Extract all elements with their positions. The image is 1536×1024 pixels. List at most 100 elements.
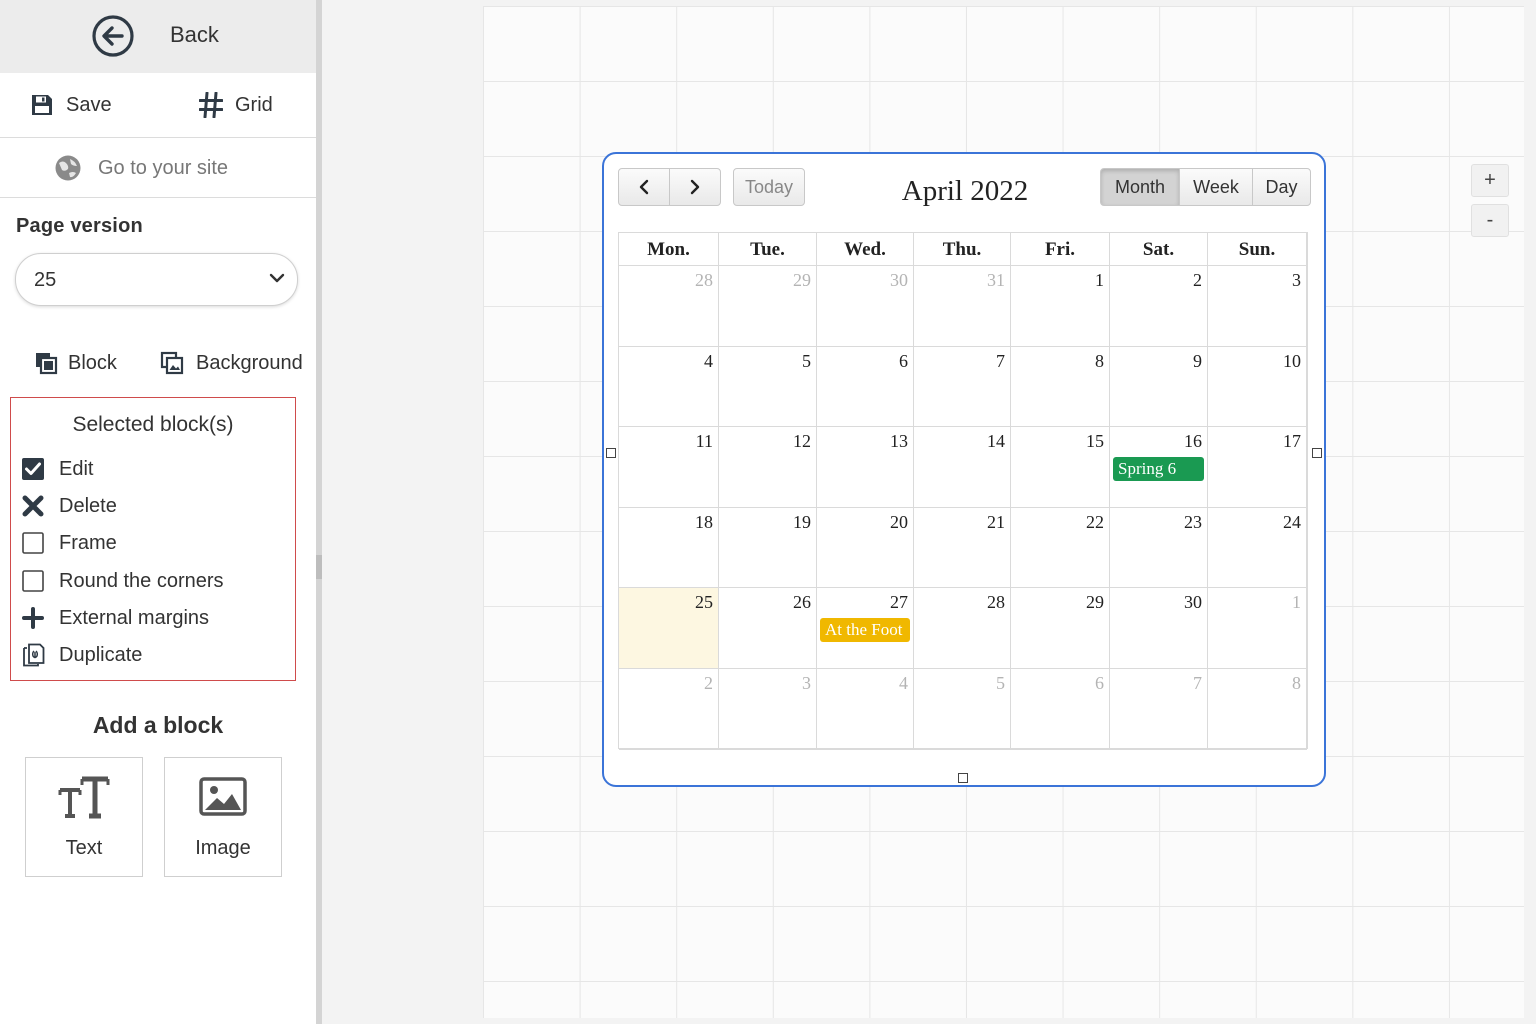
arrow-left-circle-icon bbox=[92, 15, 134, 57]
calendar-day-cell[interactable]: 2 bbox=[1110, 266, 1208, 347]
calendar-day-cell[interactable]: 20 bbox=[817, 507, 914, 589]
day-number: 8 bbox=[1292, 673, 1301, 693]
block-icon bbox=[36, 353, 58, 375]
calendar-day-cell[interactable]: 11 bbox=[619, 427, 719, 508]
calendar-day-cell[interactable]: 14 bbox=[914, 427, 1011, 508]
calendar-day-cell[interactable]: 18 bbox=[619, 507, 719, 589]
day-number: 23 bbox=[1184, 511, 1202, 532]
calendar-day-cell[interactable]: 29 bbox=[1011, 588, 1110, 669]
day-number: 1 bbox=[1095, 270, 1104, 290]
resize-handle-right[interactable] bbox=[1312, 448, 1322, 458]
tab-background[interactable]: Background bbox=[160, 348, 303, 378]
block-tab-label: Block bbox=[68, 351, 117, 374]
zoom-out-button[interactable]: - bbox=[1471, 204, 1509, 237]
day-number: 29 bbox=[1086, 592, 1104, 613]
calendar-day-cell[interactable]: 30 bbox=[817, 266, 914, 347]
calendar-day-cell[interactable]: 15 bbox=[1011, 427, 1110, 508]
plus-icon bbox=[21, 606, 45, 630]
zoom-in-button[interactable]: + bbox=[1471, 164, 1509, 197]
calendar-day-cell[interactable]: 3 bbox=[719, 669, 817, 750]
calendar-day-cell[interactable]: 28 bbox=[914, 588, 1011, 669]
go-to-site-link[interactable]: Go to your site bbox=[54, 153, 228, 183]
round-corners-option-label: Round the corners bbox=[59, 569, 224, 592]
add-block-title: Add a block bbox=[92, 712, 224, 738]
view-day-button[interactable]: Day bbox=[1252, 168, 1311, 206]
add-image-block-button[interactable]: Image bbox=[164, 757, 282, 877]
grid-label: Grid bbox=[235, 93, 273, 116]
calendar-day-cell[interactable]: 3 bbox=[1208, 266, 1307, 347]
day-number: 5 bbox=[802, 350, 811, 371]
view-week-button[interactable]: Week bbox=[1179, 168, 1253, 206]
calendar-day-cell[interactable]: 17 bbox=[1208, 427, 1307, 508]
calendar-day-cell[interactable]: 21 bbox=[914, 507, 1011, 589]
resize-handle-left[interactable] bbox=[606, 448, 616, 458]
calendar-day-cell[interactable]: 30 bbox=[1110, 588, 1208, 669]
calendar-day-cell[interactable]: 22 bbox=[1011, 507, 1110, 589]
calendar-day-cell[interactable]: 2 bbox=[619, 669, 719, 750]
day-number: 12 bbox=[793, 431, 811, 452]
calendar-day-cell[interactable]: 24 bbox=[1208, 507, 1307, 589]
calendar-day-cell[interactable]: 12 bbox=[719, 427, 817, 508]
today-button[interactable]: Today bbox=[733, 168, 805, 206]
calendar-title: April 2022 bbox=[901, 175, 1029, 207]
calendar-day-cell[interactable]: 13 bbox=[817, 427, 914, 508]
tab-block[interactable]: Block bbox=[34, 348, 117, 378]
calendar-day-cell[interactable]: 29 bbox=[719, 266, 817, 347]
day-number: 17 bbox=[1283, 431, 1301, 452]
day-number: 14 bbox=[987, 431, 1005, 452]
calendar-day-cell[interactable]: 28 bbox=[619, 266, 719, 347]
day-number: 8 bbox=[1095, 350, 1104, 371]
calendar-day-cell[interactable]: 5 bbox=[914, 669, 1011, 750]
sidebar: Back Save Grid Go to your site Page vers… bbox=[0, 0, 316, 1024]
page-version-select[interactable]: 25 bbox=[15, 253, 298, 306]
calendar-day-cell[interactable]: 7 bbox=[1110, 669, 1208, 750]
edit-option[interactable]: Edit bbox=[21, 457, 93, 481]
external-margins-option[interactable]: External margins bbox=[21, 606, 209, 630]
delete-option[interactable]: Delete bbox=[21, 494, 117, 518]
calendar-event[interactable]: Spring 6 bbox=[1113, 457, 1204, 482]
day-number: 25 bbox=[695, 592, 713, 613]
calendar-day-cell[interactable]: 6 bbox=[1011, 669, 1110, 750]
add-text-block-button[interactable]: Text bbox=[25, 757, 143, 877]
calendar-day-cell[interactable]: 4 bbox=[619, 346, 719, 428]
calendar-day-cell[interactable]: 8 bbox=[1011, 346, 1110, 428]
calendar-day-cell[interactable]: 1 bbox=[1208, 588, 1307, 669]
prev-month-button[interactable] bbox=[618, 168, 670, 206]
frame-option[interactable]: Frame bbox=[21, 531, 117, 555]
day-number: 10 bbox=[1283, 350, 1301, 371]
background-tab-label: Background bbox=[196, 351, 303, 374]
calendar-day-cell[interactable]: 9 bbox=[1110, 346, 1208, 428]
resize-handle-bottom[interactable] bbox=[958, 773, 968, 783]
duplicate-icon bbox=[21, 643, 45, 667]
calendar-day-cell[interactable]: 10 bbox=[1208, 346, 1307, 428]
day-number: 30 bbox=[1184, 592, 1202, 613]
calendar-day-cell[interactable]: 5 bbox=[719, 346, 817, 428]
calendar-day-cell-today[interactable]: 25 bbox=[619, 588, 719, 669]
calendar-day-cell[interactable]: 19 bbox=[719, 507, 817, 589]
view-month-button[interactable]: Month bbox=[1100, 168, 1180, 206]
chevron-down-icon bbox=[269, 273, 285, 283]
round-corners-option[interactable]: Round the corners bbox=[21, 569, 224, 593]
day-number: 3 bbox=[802, 673, 811, 693]
day-number: 30 bbox=[890, 270, 908, 290]
calendar-event[interactable]: At the Foot bbox=[820, 618, 910, 643]
calendar-day-cell[interactable]: 4 bbox=[817, 669, 914, 750]
calendar-day-cell[interactable]: 6 bbox=[817, 346, 914, 428]
day-number: 28 bbox=[695, 270, 713, 290]
calendar-day-cell[interactable]: 8 bbox=[1208, 669, 1307, 750]
save-button[interactable]: Save bbox=[30, 90, 112, 120]
grid-button[interactable]: Grid bbox=[199, 90, 273, 120]
calendar-day-cell[interactable]: 31 bbox=[914, 266, 1011, 347]
calendar-day-cell[interactable]: 26 bbox=[719, 588, 817, 669]
day-number: 27 bbox=[890, 592, 908, 613]
calendar-day-cell[interactable]: 23 bbox=[1110, 507, 1208, 589]
day-number: 26 bbox=[793, 592, 811, 613]
duplicate-option[interactable]: Duplicate bbox=[21, 643, 142, 667]
day-number: 2 bbox=[704, 673, 713, 693]
day-number: 3 bbox=[1292, 270, 1301, 290]
back-button[interactable]: Back bbox=[0, 0, 316, 73]
calendar-day-cell[interactable]: 1 bbox=[1011, 266, 1110, 347]
next-month-button[interactable] bbox=[669, 168, 721, 206]
save-label: Save bbox=[66, 93, 112, 116]
calendar-day-cell[interactable]: 7 bbox=[914, 346, 1011, 428]
